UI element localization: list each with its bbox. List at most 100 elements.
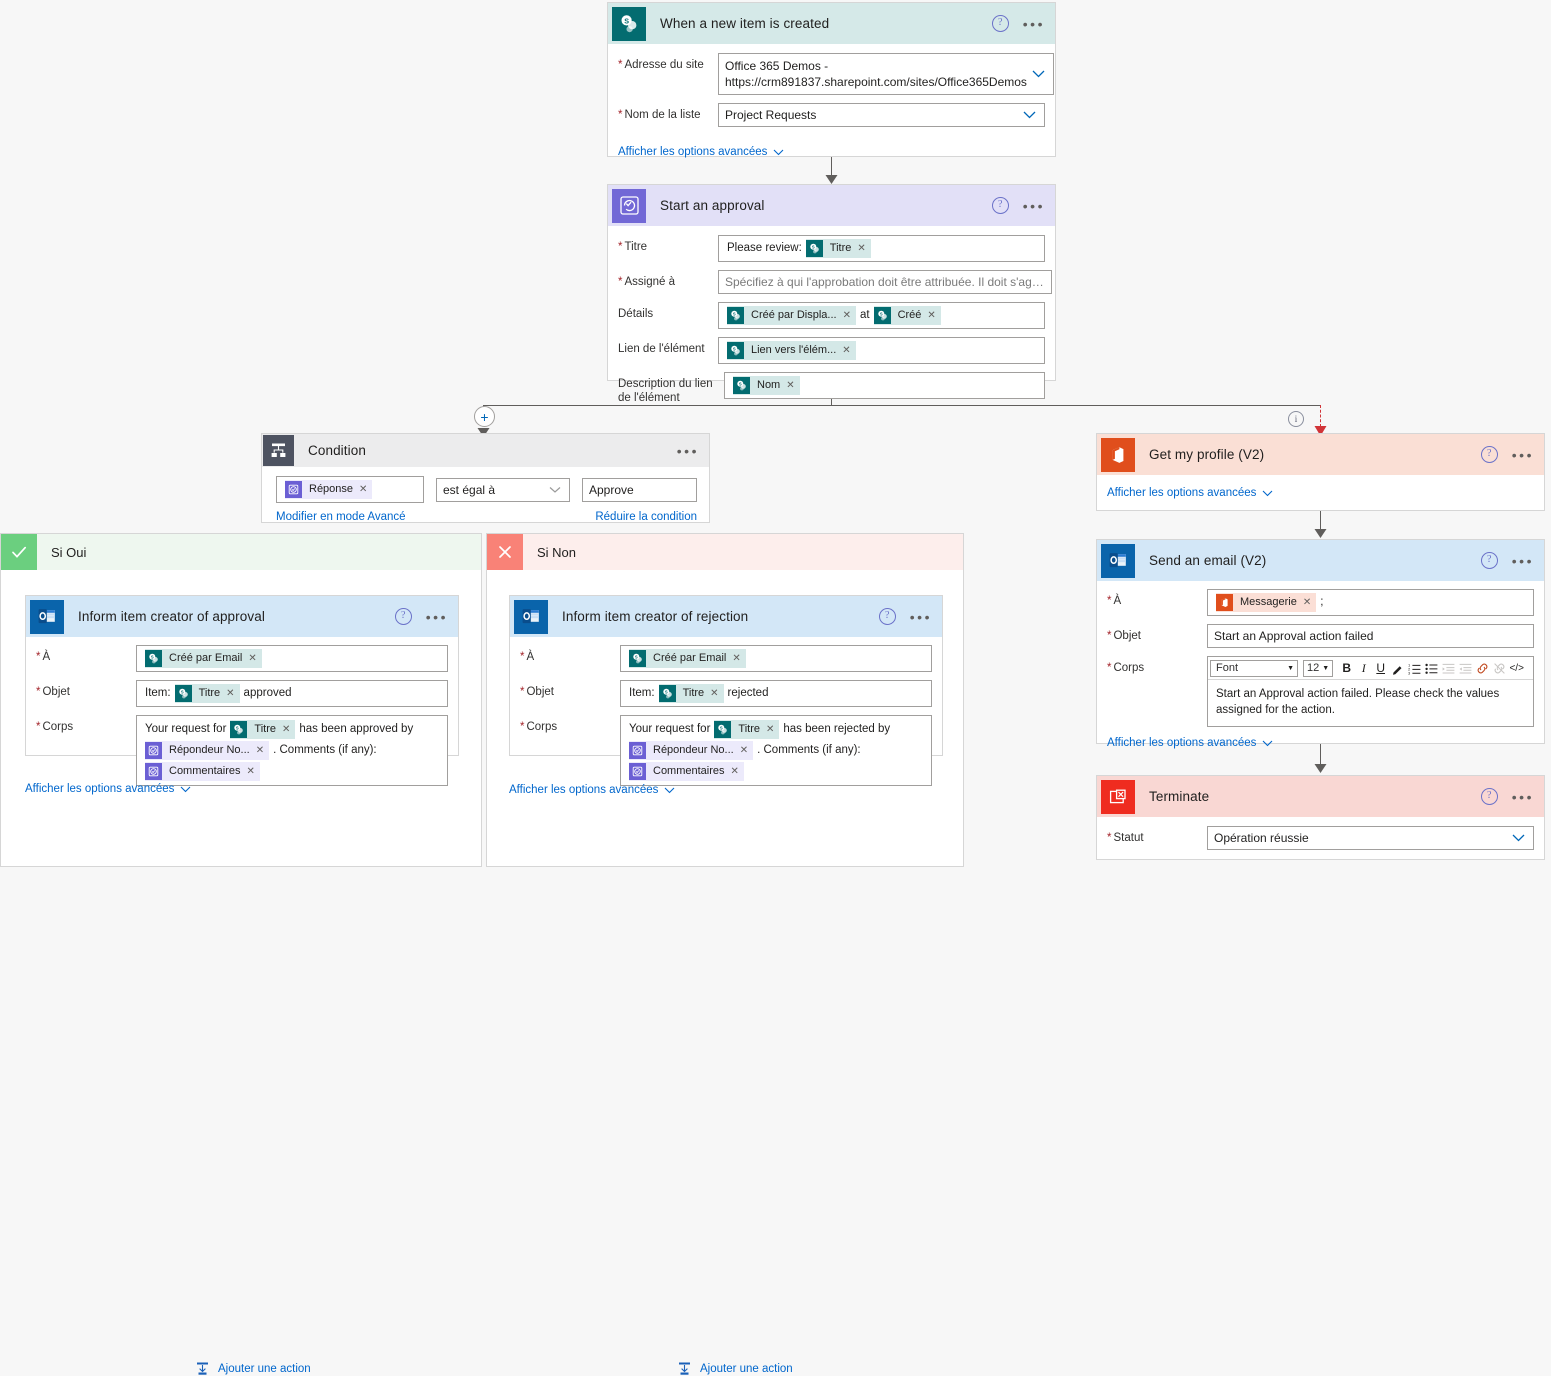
card-header[interactable]: Inform item creator of rejection ? •••	[510, 596, 942, 637]
more-options-icon[interactable]: •••	[1512, 790, 1534, 804]
chevron-down-icon[interactable]	[1023, 111, 1036, 119]
remove-token-icon[interactable]: ✕	[1302, 593, 1316, 612]
chevron-down-icon[interactable]	[549, 486, 561, 493]
more-options-icon[interactable]: •••	[677, 444, 699, 458]
remove-token-icon[interactable]: ✕	[709, 684, 723, 703]
email-to-input[interactable]: S Créé par Email ✕	[136, 645, 448, 672]
condition-left-operand[interactable]: Réponse ✕	[276, 476, 424, 503]
list-name-input[interactable]: Project Requests	[718, 103, 1045, 127]
more-options-icon[interactable]: •••	[1023, 199, 1045, 213]
item-link-description-input[interactable]: S Nom ✕	[724, 372, 1045, 399]
font-family-select[interactable]: Font ▼	[1210, 659, 1298, 677]
email-to-input[interactable]: S Créé par Email ✕	[620, 645, 932, 672]
remove-token-icon[interactable]: ✕	[358, 480, 372, 499]
branch-header-no[interactable]: Si Non	[487, 534, 963, 570]
show-advanced-options-link-no[interactable]: Afficher les options avancées	[509, 784, 675, 796]
token-chip-created-by-email[interactable]: S Créé par Email ✕	[629, 649, 746, 668]
token-chip-titre[interactable]: S Titre ✕	[714, 720, 780, 739]
email-body-input[interactable]: Your request for S Titre ✕ has been reje…	[620, 715, 932, 786]
remove-token-icon[interactable]: ✕	[785, 376, 799, 395]
email-to-input[interactable]: Messagerie ✕ ;	[1207, 589, 1534, 616]
more-options-icon[interactable]: •••	[1512, 448, 1534, 462]
token-chip-created[interactable]: S Créé ✕	[873, 306, 941, 325]
help-icon[interactable]: ?	[1480, 446, 1498, 463]
token-chip-messagerie[interactable]: Messagerie ✕	[1216, 593, 1317, 612]
branch-header-yes[interactable]: Si Oui	[1, 534, 481, 570]
outdent-icon[interactable]	[1457, 659, 1474, 677]
token-chip-titre[interactable]: S Titre ✕	[658, 684, 724, 703]
token-chip-created-by-email[interactable]: S Créé par Email ✕	[145, 649, 262, 668]
chevron-down-icon[interactable]	[1512, 834, 1525, 842]
token-chip-titre[interactable]: S Titre ✕	[174, 684, 240, 703]
email-body-rich-text-editor[interactable]: Font ▼ 12 ▼ B I U 1 2 3 </> Start an App…	[1207, 656, 1534, 727]
card-header[interactable]: Condition •••	[262, 434, 709, 467]
assigned-to-input[interactable]: Spécifiez à qui l'approbation doit être …	[718, 270, 1052, 294]
show-advanced-options-link-yes[interactable]: Afficher les options avancées	[25, 783, 191, 795]
remove-token-icon[interactable]: ✕	[739, 741, 753, 760]
email-subject-input[interactable]: Item: S Titre ✕ approved	[136, 680, 448, 707]
text-color-icon[interactable]	[1389, 659, 1406, 677]
token-chip-link-to-item[interactable]: S Lien vers l'élém... ✕	[727, 341, 856, 360]
remove-token-icon[interactable]: ✕	[841, 341, 855, 360]
site-address-input[interactable]: Office 365 Demos - https://crm891837.sha…	[718, 53, 1054, 95]
more-options-icon[interactable]: •••	[426, 610, 448, 624]
token-chip-comments[interactable]: Commentaires ✕	[145, 762, 260, 781]
help-icon[interactable]: ?	[1480, 552, 1498, 569]
item-link-input[interactable]: S Lien vers l'élém... ✕	[718, 337, 1045, 364]
chevron-down-icon[interactable]	[1032, 70, 1045, 78]
remove-token-icon[interactable]: ✕	[247, 649, 261, 668]
terminate-status-select[interactable]: Opération réussie	[1207, 826, 1534, 850]
show-advanced-options-link-profile[interactable]: Afficher les options avancées	[1107, 487, 1273, 499]
card-header[interactable]: Start an approval ? •••	[608, 185, 1055, 226]
email-body-input[interactable]: Your request for S Titre ✕ has been appr…	[136, 715, 448, 786]
condition-operator-select[interactable]: est égal à	[436, 477, 570, 502]
action-card-inform-creator-rejection[interactable]: Inform item creator of rejection ? ••• *…	[509, 595, 943, 786]
numbered-list-icon[interactable]: 123	[1406, 659, 1423, 677]
more-options-icon[interactable]: •••	[1023, 17, 1045, 31]
bold-icon[interactable]: B	[1338, 659, 1355, 677]
run-after-info-icon[interactable]: i	[1288, 411, 1304, 427]
remove-token-icon[interactable]: ✕	[225, 684, 239, 703]
edit-advanced-mode-link[interactable]: Modifier en mode Avancé	[276, 511, 406, 523]
help-icon[interactable]: ?	[991, 15, 1009, 32]
action-card-get-my-profile[interactable]: Get my profile (V2) ? ••• Afficher les o…	[1096, 433, 1545, 511]
add-step-button[interactable]: +	[474, 406, 495, 427]
remove-token-icon[interactable]: ✕	[926, 306, 940, 325]
email-body-text[interactable]: Start an Approval action failed. Please …	[1208, 680, 1533, 726]
email-subject-input[interactable]: Item: S Titre ✕ rejected	[620, 680, 932, 707]
remove-token-icon[interactable]: ✕	[281, 720, 295, 739]
code-view-icon[interactable]: </>	[1508, 659, 1525, 677]
help-icon[interactable]: ?	[878, 608, 896, 625]
remove-token-icon[interactable]: ✕	[730, 762, 744, 781]
card-header[interactable]: Get my profile (V2) ? •••	[1097, 434, 1544, 475]
remove-token-icon[interactable]: ✕	[731, 649, 745, 668]
token-chip-nom[interactable]: S Nom ✕	[733, 376, 800, 395]
card-header[interactable]: Send an email (V2) ? •••	[1097, 540, 1544, 581]
indent-icon[interactable]	[1440, 659, 1457, 677]
more-options-icon[interactable]: •••	[1512, 554, 1534, 568]
remove-token-icon[interactable]: ✕	[765, 720, 779, 739]
remove-token-icon[interactable]: ✕	[246, 762, 260, 781]
details-input[interactable]: S Créé par Displa... ✕ at S Créé ✕	[718, 302, 1045, 329]
approval-title-input[interactable]: Please review: S Titre ✕	[718, 235, 1045, 262]
token-chip-reponse[interactable]: Réponse ✕	[285, 480, 373, 499]
token-chip-titre[interactable]: S Titre ✕	[805, 239, 871, 258]
add-action-button-no[interactable]: Ajouter une action	[677, 1361, 793, 1376]
card-header[interactable]: Inform item creator of approval ? •••	[26, 596, 458, 637]
unlink-icon[interactable]	[1491, 659, 1508, 677]
token-chip-responder-name[interactable]: Répondeur No... ✕	[629, 741, 754, 760]
remove-token-icon[interactable]: ✕	[842, 306, 856, 325]
bulleted-list-icon[interactable]	[1423, 659, 1440, 677]
token-chip-responder-name[interactable]: Répondeur No... ✕	[145, 741, 270, 760]
card-header[interactable]: S When a new item is created ? •••	[608, 3, 1055, 44]
collapse-condition-link[interactable]: Réduire la condition	[595, 511, 697, 523]
action-card-send-an-email[interactable]: Send an email (V2) ? ••• *À Messagerie	[1096, 539, 1545, 749]
underline-icon[interactable]: U	[1372, 659, 1389, 677]
show-advanced-options-link-email[interactable]: Afficher les options avancées	[1107, 737, 1273, 749]
help-icon[interactable]: ?	[1480, 788, 1498, 805]
action-card-condition[interactable]: Condition ••• Réponse ✕ est égal à Appro…	[261, 433, 710, 523]
card-header[interactable]: Terminate ? •••	[1097, 776, 1544, 817]
token-chip-created-by-display[interactable]: S Créé par Displa... ✕	[727, 306, 856, 325]
remove-token-icon[interactable]: ✕	[255, 741, 269, 760]
more-options-icon[interactable]: •••	[910, 610, 932, 624]
